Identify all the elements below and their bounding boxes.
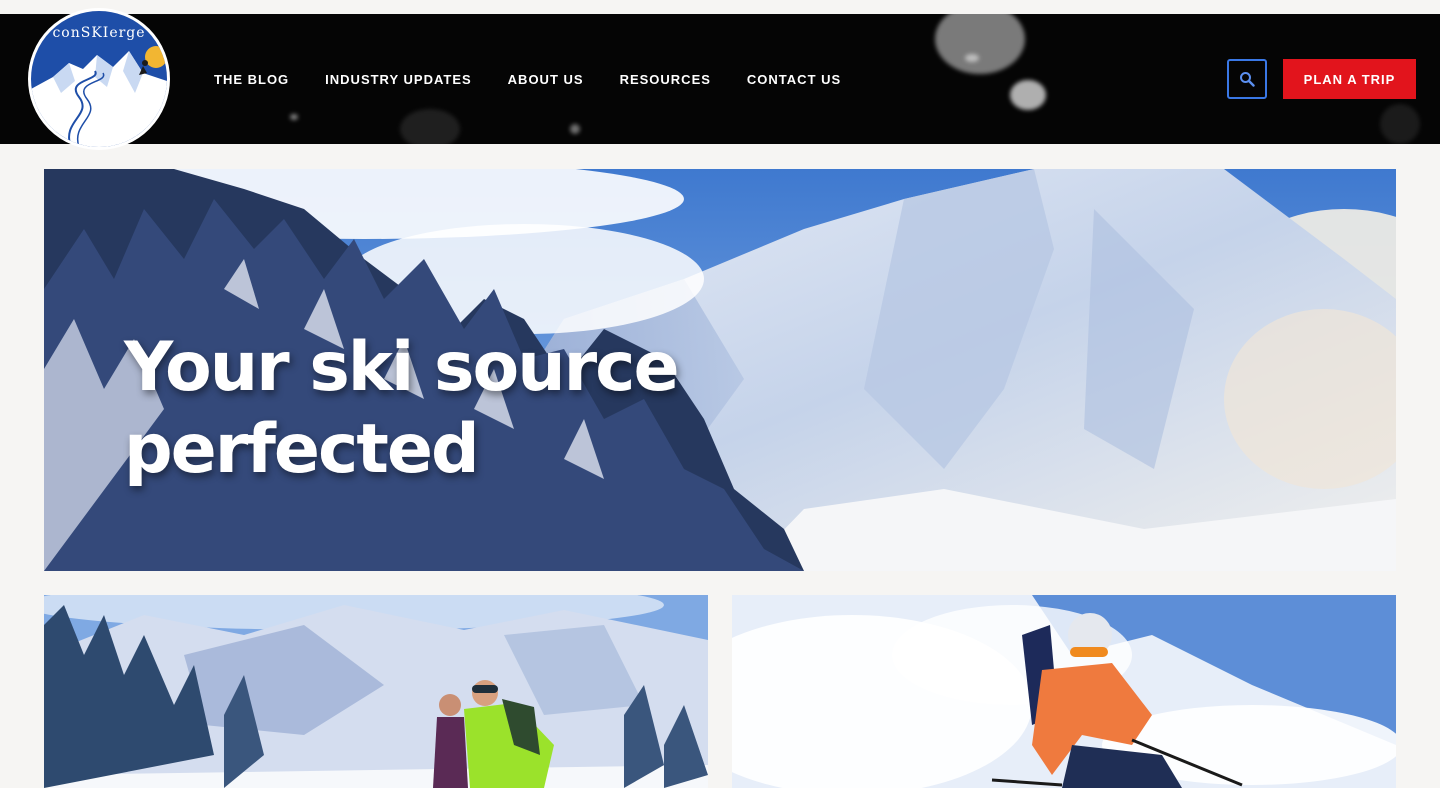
nav-item-the-blog[interactable]: THE BLOG	[214, 72, 289, 87]
top-strip	[0, 0, 1440, 14]
snowflake-decoration	[1010, 80, 1046, 110]
nav-item-about-us[interactable]: ABOUT US	[508, 72, 584, 87]
snowflake-decoration	[1380, 104, 1420, 144]
nav-item-industry-updates[interactable]: INDUSTRY UPDATES	[325, 72, 472, 87]
logo-text: conSKIerge	[52, 25, 146, 41]
nav-item-resources[interactable]: RESOURCES	[620, 72, 711, 87]
hero-title: Your ski source perfected	[124, 327, 824, 491]
search-icon	[1240, 72, 1255, 87]
plan-a-trip-button[interactable]: PLAN A TRIP	[1283, 59, 1416, 99]
snowflake-decoration	[965, 54, 979, 62]
hero-title-line-2: perfected	[124, 410, 480, 489]
hero-title-line-1: Your ski source	[124, 328, 680, 407]
card-image	[44, 595, 708, 788]
snowflake-decoration	[935, 14, 1025, 74]
feature-card-skier-powder[interactable]	[732, 595, 1396, 788]
main-nav: THE BLOG INDUSTRY UPDATES ABOUT US RESOU…	[196, 14, 859, 144]
nav-item-contact-us[interactable]: CONTACT US	[747, 72, 841, 87]
card-image	[732, 595, 1396, 788]
feature-card-skiers[interactable]	[44, 595, 708, 788]
site-logo[interactable]: conSKIerge	[28, 8, 170, 150]
hero-banner: Your ski source perfected	[44, 169, 1396, 571]
search-button[interactable]	[1227, 59, 1267, 99]
